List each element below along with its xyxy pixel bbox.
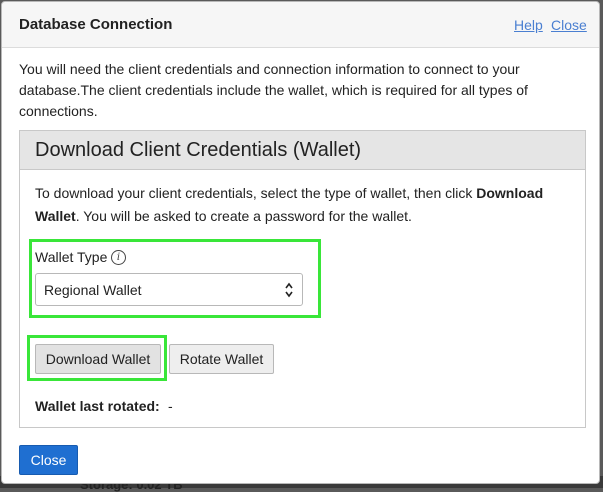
- rotate-wallet-button[interactable]: Rotate Wallet: [169, 344, 274, 374]
- wallet-type-label: Wallet Type: [35, 249, 107, 265]
- dialog-title: Database Connection: [19, 16, 172, 33]
- panel-header: Download Client Credentials (Wallet): [20, 131, 585, 170]
- help-link[interactable]: Help: [514, 17, 543, 33]
- wallet-type-value: Regional Wallet: [44, 282, 142, 298]
- close-link[interactable]: Close: [551, 17, 587, 33]
- last-rotated-label: Wallet last rotated:: [35, 398, 160, 414]
- close-button[interactable]: Close: [19, 445, 78, 475]
- database-connection-dialog: Database Connection Help Close You will …: [1, 1, 600, 484]
- last-rotated-value: -: [168, 398, 173, 414]
- chevron-updown-icon: [284, 281, 294, 299]
- desc-text-end: . You will be asked to create a password…: [76, 208, 412, 224]
- wallet-panel: Download Client Credentials (Wallet) To …: [19, 130, 586, 428]
- info-icon[interactable]: i: [111, 250, 126, 265]
- panel-description: To download your client credentials, sel…: [35, 182, 575, 228]
- intro-text: You will need the client credentials and…: [19, 59, 579, 122]
- panel-title: Download Client Credentials (Wallet): [35, 139, 361, 162]
- desc-text: To download your client credentials, sel…: [35, 185, 476, 201]
- wallet-type-select[interactable]: Regional Wallet: [35, 273, 303, 306]
- dialog-header: Database Connection Help Close: [2, 2, 599, 48]
- download-wallet-button[interactable]: Download Wallet: [35, 344, 161, 374]
